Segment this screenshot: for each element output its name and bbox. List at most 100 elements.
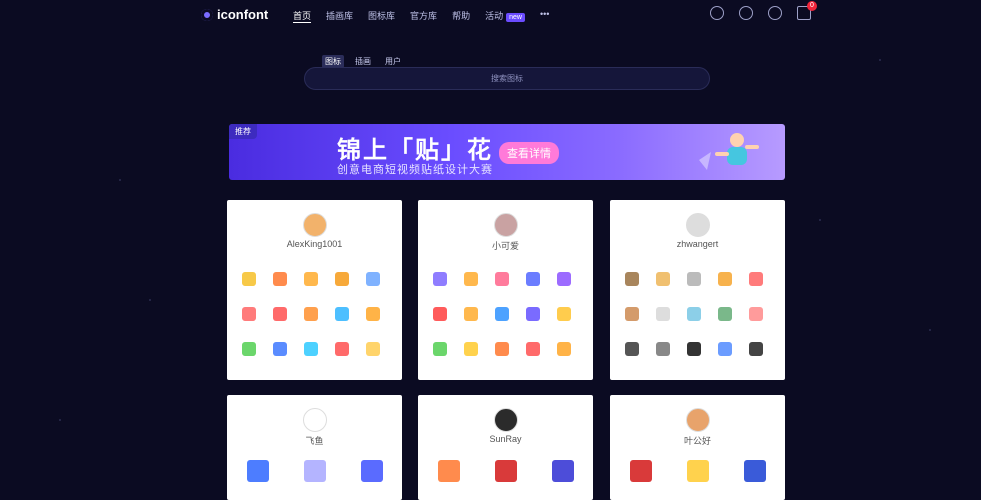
icon-thumbnail-icon[interactable] xyxy=(433,342,447,356)
cart-count-badge: 0 xyxy=(807,1,817,11)
icon-thumbnail-icon[interactable] xyxy=(744,460,766,482)
username[interactable]: SunRay xyxy=(418,434,593,444)
nav-activity[interactable]: 活动 new xyxy=(485,9,525,23)
icon-thumbnail-icon[interactable] xyxy=(361,460,383,482)
icon-thumbnail-icon[interactable] xyxy=(335,342,349,356)
message-icon[interactable] xyxy=(768,6,782,20)
banner-cta-button[interactable]: 查看详情 xyxy=(499,142,559,164)
avatar[interactable] xyxy=(686,213,710,237)
icon-grid xyxy=(625,272,765,356)
nav-home[interactable]: 首页 xyxy=(293,9,312,23)
icon-thumbnail-icon[interactable] xyxy=(464,342,478,356)
nav-more[interactable]: ••• xyxy=(540,9,549,23)
username[interactable]: zhwangert xyxy=(610,239,785,249)
avatar[interactable] xyxy=(494,213,518,237)
icon-thumbnail-icon[interactable] xyxy=(495,272,509,286)
icon-thumbnail-icon[interactable] xyxy=(242,272,256,286)
username[interactable]: AlexKing1001 xyxy=(227,239,402,249)
icon-thumbnail-icon[interactable] xyxy=(438,460,460,482)
user-collection-card[interactable]: AlexKing1001 xyxy=(227,200,402,380)
header-actions: 0 xyxy=(710,1,817,25)
cart-button[interactable]: 0 xyxy=(797,1,817,25)
logo[interactable]: iconfont xyxy=(201,7,268,22)
icon-thumbnail-icon[interactable] xyxy=(687,460,709,482)
user-collection-card[interactable]: 叶公好 xyxy=(610,395,785,500)
icon-thumbnail-icon[interactable] xyxy=(687,342,701,356)
github-icon[interactable] xyxy=(710,6,724,20)
icon-thumbnail-icon[interactable] xyxy=(304,272,318,286)
icon-thumbnail-icon[interactable] xyxy=(273,272,287,286)
main-nav: 首页 插画库 图标库 官方库 帮助 活动 new ••• xyxy=(293,9,549,23)
username[interactable]: 叶公好 xyxy=(610,434,785,447)
icon-thumbnail-icon[interactable] xyxy=(526,272,540,286)
icon-thumbnail-icon[interactable] xyxy=(273,342,287,356)
username[interactable]: 小可爱 xyxy=(418,239,593,252)
icon-thumbnail-icon[interactable] xyxy=(526,307,540,321)
avatar[interactable] xyxy=(303,213,327,237)
icon-grid xyxy=(630,460,766,482)
icon-thumbnail-icon[interactable] xyxy=(304,307,318,321)
icon-thumbnail-icon[interactable] xyxy=(495,460,517,482)
icon-thumbnail-icon[interactable] xyxy=(749,342,763,356)
banner-subtitle: 创意电商短视频贴纸设计大赛 xyxy=(337,164,493,176)
icon-grid xyxy=(242,272,382,356)
icon-thumbnail-icon[interactable] xyxy=(749,272,763,286)
logo-text: iconfont xyxy=(217,7,269,22)
search-input[interactable]: 搜索图标 xyxy=(304,67,710,90)
nav-activity-label: 活动 xyxy=(485,11,504,21)
icon-thumbnail-icon[interactable] xyxy=(433,272,447,286)
nav-icons[interactable]: 图标库 xyxy=(368,9,395,23)
icon-thumbnail-icon[interactable] xyxy=(366,307,380,321)
icon-thumbnail-icon[interactable] xyxy=(273,307,287,321)
icon-thumbnail-icon[interactable] xyxy=(718,272,732,286)
icon-thumbnail-icon[interactable] xyxy=(557,307,571,321)
icon-thumbnail-icon[interactable] xyxy=(625,342,639,356)
icon-thumbnail-icon[interactable] xyxy=(749,307,763,321)
nav-help[interactable]: 帮助 xyxy=(452,9,470,23)
icon-thumbnail-icon[interactable] xyxy=(687,272,701,286)
icon-thumbnail-icon[interactable] xyxy=(625,307,639,321)
user-collection-card[interactable]: SunRay xyxy=(418,395,593,500)
icon-thumbnail-icon[interactable] xyxy=(495,342,509,356)
icon-thumbnail-icon[interactable] xyxy=(242,307,256,321)
avatar[interactable] xyxy=(303,408,327,432)
icon-grid xyxy=(438,460,574,482)
username[interactable]: 飞鱼 xyxy=(227,434,402,447)
icon-thumbnail-icon[interactable] xyxy=(242,342,256,356)
icon-thumbnail-icon[interactable] xyxy=(433,307,447,321)
icon-thumbnail-icon[interactable] xyxy=(247,460,269,482)
icon-thumbnail-icon[interactable] xyxy=(718,342,732,356)
icon-thumbnail-icon[interactable] xyxy=(557,272,571,286)
user-collection-card[interactable]: 飞鱼 xyxy=(227,395,402,500)
icon-thumbnail-icon[interactable] xyxy=(366,272,380,286)
logo-mark-icon xyxy=(201,8,213,21)
user-collection-card[interactable]: zhwangert xyxy=(610,200,785,380)
nav-official[interactable]: 官方库 xyxy=(410,9,437,23)
icon-thumbnail-icon[interactable] xyxy=(526,342,540,356)
icon-thumbnail-icon[interactable] xyxy=(656,272,670,286)
upload-icon[interactable] xyxy=(739,6,753,20)
icon-thumbnail-icon[interactable] xyxy=(464,272,478,286)
icon-thumbnail-icon[interactable] xyxy=(656,342,670,356)
icon-thumbnail-icon[interactable] xyxy=(656,307,670,321)
icon-thumbnail-icon[interactable] xyxy=(335,272,349,286)
icon-thumbnail-icon[interactable] xyxy=(304,460,326,482)
icon-thumbnail-icon[interactable] xyxy=(304,342,318,356)
banner-title: 锦上「贴」花 xyxy=(337,137,493,164)
icon-thumbnail-icon[interactable] xyxy=(552,460,574,482)
icon-thumbnail-icon[interactable] xyxy=(366,342,380,356)
user-collection-card[interactable]: 小可爱 xyxy=(418,200,593,380)
avatar[interactable] xyxy=(686,408,710,432)
promo-banner[interactable]: 推荐 锦上「贴」花 创意电商短视频贴纸设计大赛 查看详情 xyxy=(229,124,785,180)
icon-thumbnail-icon[interactable] xyxy=(557,342,571,356)
icon-thumbnail-icon[interactable] xyxy=(630,460,652,482)
nav-illustrations[interactable]: 插画库 xyxy=(326,9,353,23)
icon-thumbnail-icon[interactable] xyxy=(464,307,478,321)
icon-thumbnail-icon[interactable] xyxy=(495,307,509,321)
top-navigation-bar: iconfont 首页 插画库 图标库 官方库 帮助 活动 new ••• 0 xyxy=(0,0,981,30)
icon-thumbnail-icon[interactable] xyxy=(718,307,732,321)
avatar[interactable] xyxy=(494,408,518,432)
icon-thumbnail-icon[interactable] xyxy=(687,307,701,321)
icon-thumbnail-icon[interactable] xyxy=(335,307,349,321)
icon-thumbnail-icon[interactable] xyxy=(625,272,639,286)
